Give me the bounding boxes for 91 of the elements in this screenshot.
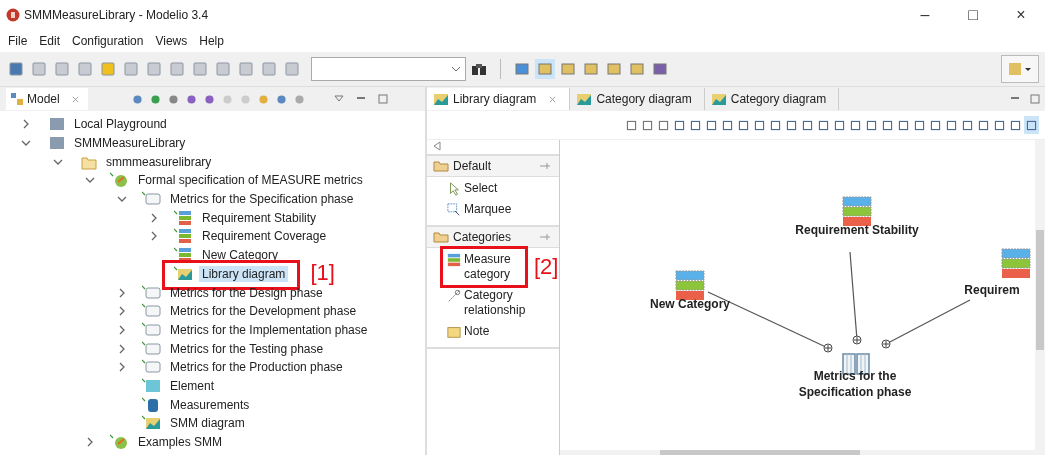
category-icon [174, 228, 194, 245]
tree-item[interactable]: Element [167, 377, 218, 394]
select-tool-icon [447, 182, 461, 196]
collapsed-chevron-icon[interactable] [21, 119, 31, 130]
palette-drawer[interactable]: Categories [427, 227, 559, 248]
marquee-tool-icon [447, 203, 461, 217]
window-control[interactable]: □ [949, 1, 997, 29]
collapse-palette-icon[interactable] [433, 141, 441, 151]
tree-item[interactable]: Formal specification of MEASURE metrics [135, 172, 366, 189]
menu-item[interactable]: Edit [39, 34, 61, 48]
tree-item[interactable]: Metrics for the Design phase [167, 284, 326, 301]
tree-item[interactable]: Requirement Coverage [199, 228, 330, 245]
diagram-icon [433, 92, 449, 106]
tree-item[interactable]: Metrics for the Development phase [167, 303, 360, 320]
editor-tab[interactable]: Category diagram [570, 88, 705, 110]
view-menu-icon[interactable] [333, 94, 344, 104]
collapsed-chevron-icon[interactable] [117, 343, 127, 354]
model-icon [110, 172, 130, 189]
maximize-icon[interactable] [377, 94, 388, 104]
tool-icon[interactable] [1024, 116, 1039, 134]
library-icon [142, 321, 162, 338]
node-label[interactable]: Requirement Stability [792, 222, 922, 238]
tree-item[interactable]: Local Playground [71, 116, 170, 133]
element-icon [142, 377, 162, 394]
collapsed-chevron-icon[interactable] [117, 287, 127, 298]
library-icon [142, 340, 162, 357]
tree-item[interactable]: SMM diagram [167, 415, 248, 432]
node-label[interactable]: Requirem [958, 282, 1026, 298]
category-icon[interactable] [1001, 248, 1031, 280]
tree-item[interactable]: Requirement Stability [199, 209, 320, 226]
tree-item[interactable]: smmmeasurelibrary [103, 153, 215, 170]
collapsed-chevron-icon[interactable] [149, 231, 159, 242]
category-icon [174, 209, 194, 226]
category-tool-icon [447, 253, 461, 267]
palette-tool[interactable]: Note [464, 324, 526, 339]
diagram-icon [174, 265, 194, 282]
node-label[interactable]: New Category [630, 296, 750, 312]
relationship-tool-icon [447, 289, 461, 303]
collapsed-chevron-icon[interactable] [117, 362, 127, 373]
collapsed-chevron-icon[interactable] [117, 324, 127, 335]
dropdown-caret-icon[interactable] [451, 66, 461, 72]
model-icon [10, 92, 24, 106]
app-logo-icon [6, 8, 20, 22]
palette-tool[interactable]: Measure category [464, 252, 526, 282]
scrollbar-thumb[interactable] [660, 450, 860, 455]
palette-tool[interactable]: Select [464, 181, 526, 196]
tree-item[interactable]: Examples SMM [135, 434, 226, 451]
callout-label: [1] [310, 259, 335, 286]
menu-item[interactable]: Views [155, 34, 188, 48]
library-icon [142, 303, 162, 320]
editor-tab[interactable]: Category diagram [704, 88, 840, 110]
collapsed-chevron-icon[interactable] [149, 212, 159, 223]
menu-item[interactable]: File [8, 34, 28, 48]
tree-item[interactable]: Metrics for the Implementation phase [167, 321, 371, 338]
menu-item[interactable]: Configuration [72, 34, 144, 48]
palette-tool[interactable]: Marquee [464, 202, 526, 217]
search-combo-field[interactable] [311, 57, 466, 81]
close-icon[interactable] [548, 94, 558, 104]
note-tool-icon [447, 325, 461, 339]
tree-item[interactable]: SMMMeasureLibrary [71, 135, 189, 152]
tree-item[interactable]: Library diagram [199, 265, 289, 282]
collapsed-chevron-icon[interactable] [117, 306, 127, 317]
window-control[interactable]: × [997, 1, 1045, 29]
tool-icon[interactable] [6, 59, 26, 79]
library-icon [142, 191, 162, 208]
node-label[interactable]: Metrics for the Specification phase [790, 368, 920, 400]
model-tab[interactable]: Model [6, 88, 88, 110]
palette-tool[interactable]: Category relationship [464, 288, 526, 318]
scrollbar-thumb[interactable] [1036, 230, 1044, 350]
tree-item[interactable]: Metrics for the Specification phase [167, 191, 357, 208]
collapsed-chevron-icon[interactable] [85, 437, 95, 448]
callout-label: [2] [534, 254, 560, 280]
palette-drawer[interactable]: Default [427, 156, 559, 177]
tree-item[interactable]: Measurements [167, 396, 253, 413]
library-icon [142, 284, 162, 301]
model-icon [110, 434, 130, 451]
editor-tab[interactable]: Library diagram [427, 88, 571, 110]
library-icon [142, 359, 162, 376]
window-title: SMMMeasureLibrary - Modelio 3.4 [24, 8, 209, 22]
diagram-icon [142, 415, 162, 432]
tree-item[interactable]: Metrics for the Production phase [167, 359, 346, 376]
menu-item[interactable]: Help [199, 34, 224, 48]
diagram-icon [710, 92, 727, 106]
maximize-icon[interactable] [1030, 94, 1040, 104]
diagram-icon [576, 92, 593, 106]
folder-icon [433, 231, 449, 243]
tree-item[interactable]: Metrics for the Testing phase [167, 340, 327, 357]
close-icon[interactable] [70, 94, 80, 104]
window-control[interactable]: – [901, 1, 949, 29]
perspective-icon [1008, 61, 1032, 77]
folder-icon [433, 160, 449, 172]
